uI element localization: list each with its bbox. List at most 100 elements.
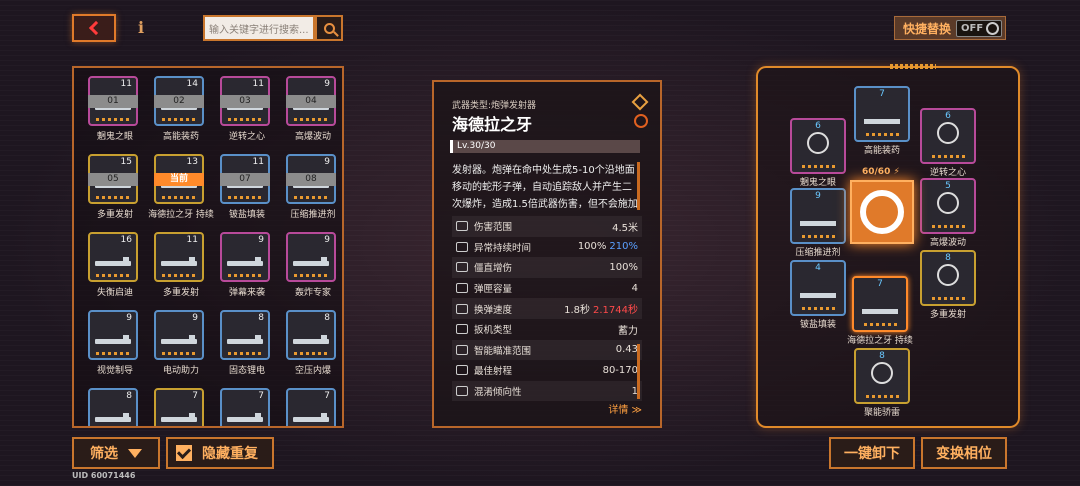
star-rating <box>802 307 836 310</box>
inventory-item[interactable]: 15 05 多重发射 <box>82 154 148 232</box>
star-rating <box>228 352 262 355</box>
weapon-card[interactable]: 9 <box>154 310 204 360</box>
weapon-card[interactable]: 9 <box>220 232 270 282</box>
inventory-item[interactable]: 8 <box>82 388 148 426</box>
stat-label: 扳机类型 <box>474 325 513 337</box>
loadout-slot[interactable]: 6 <box>920 108 976 164</box>
filter-label: 筛选 <box>90 446 118 462</box>
checkbox-checked-icon[interactable] <box>176 445 192 461</box>
equipped-slot-badge: 07 <box>220 173 270 186</box>
inventory-item[interactable]: 11 07 铍盐填装 <box>214 154 280 232</box>
core-ring-icon <box>860 190 904 234</box>
weapon-card[interactable]: 11 01 <box>88 76 138 126</box>
inventory-item[interactable]: 9 电动助力 <box>148 310 214 388</box>
equipped-slot-badge: 当前 <box>154 173 204 186</box>
stat-row: 弹匣容量 4 <box>452 278 642 299</box>
inventory-item[interactable]: 9 弹幕来袭 <box>214 232 280 310</box>
inventory-item[interactable]: 8 固态锂电 <box>214 310 280 388</box>
search-button[interactable] <box>315 15 343 41</box>
filter-button[interactable]: 筛选 <box>72 437 160 469</box>
loadout-slot[interactable]: 5 <box>920 178 976 234</box>
unload-all-button[interactable]: 一键卸下 <box>829 437 915 469</box>
description-scrollbar[interactable] <box>637 162 640 210</box>
inventory-item[interactable]: 9 轰炸专家 <box>280 232 342 310</box>
weapon-card[interactable]: 7 <box>220 388 270 426</box>
stats-scrollbar[interactable] <box>637 344 640 399</box>
inventory-grid: 11 01 魍鬼之眼 14 02 高能装药 11 03 逆转之心 9 04 高爆… <box>82 76 342 426</box>
loadout-slot[interactable]: 7 <box>854 86 910 142</box>
stat-icon <box>456 365 468 376</box>
weapon-card[interactable]: 9 <box>286 232 336 282</box>
weapon-card[interactable]: 16 <box>88 232 138 282</box>
inventory-item[interactable]: 7 <box>214 388 280 426</box>
weapon-card[interactable]: 15 05 <box>88 154 138 204</box>
weapon-card[interactable]: 8 <box>88 388 138 426</box>
item-level: 8 <box>258 313 264 323</box>
weapon-card[interactable]: 9 08 <box>286 154 336 204</box>
weapon-icon <box>227 335 263 344</box>
inventory-item[interactable]: 9 04 高爆波动 <box>280 76 342 154</box>
weapon-description[interactable]: 发射器。炮弹在命中处生成5-10个沿地面移动的蛇形子弹，自动追踪敌人并产生二次爆… <box>452 162 640 214</box>
weapon-icon <box>293 413 329 422</box>
item-level: 9 <box>192 313 198 323</box>
star-rating <box>802 165 836 168</box>
star-rating <box>228 274 262 277</box>
weapon-card[interactable]: 11 03 <box>220 76 270 126</box>
core-weapon-slot[interactable] <box>850 180 914 244</box>
star-rating <box>866 395 900 398</box>
weapon-card[interactable]: 8 <box>286 310 336 360</box>
info-icon[interactable]: i <box>138 18 144 37</box>
quick-replace-toggle[interactable]: OFF <box>956 20 1002 37</box>
loadout-slot[interactable]: 4 <box>790 260 846 316</box>
inventory-item[interactable]: 13 当前 海德拉之牙 持续 <box>148 154 214 232</box>
stat-icon <box>456 344 468 355</box>
equipped-slot-badge: 08 <box>286 173 336 186</box>
quick-replace-label: 快捷替换 <box>903 21 952 36</box>
inventory-item[interactable]: 11 01 魍鬼之眼 <box>82 76 148 154</box>
inventory-item[interactable]: 8 空压内爆 <box>280 310 342 388</box>
weapon-card[interactable]: 9 <box>88 310 138 360</box>
mod-emblem-icon <box>871 362 893 384</box>
weapon-card[interactable]: 11 07 <box>220 154 270 204</box>
item-level: 8 <box>324 313 330 323</box>
loadout-slot[interactable]: 8 <box>854 348 910 404</box>
weapon-card[interactable]: 14 02 <box>154 76 204 126</box>
weapon-card[interactable]: 9 04 <box>286 76 336 126</box>
loadout-slot[interactable]: 7 <box>852 276 908 332</box>
star-rating <box>96 352 130 355</box>
loadout-slot-name: 压缩推进剂 <box>795 248 841 258</box>
weapon-type: 武器类型:炮弹发射器 <box>452 101 537 111</box>
search-input[interactable]: 输入关键字进行搜索... <box>203 15 315 41</box>
weapon-card[interactable]: 13 当前 <box>154 154 204 204</box>
weapon-card[interactable]: 8 <box>220 310 270 360</box>
stat-row: 换弹速度 1.8秒 2.1744秒 <box>452 298 642 319</box>
item-name: 压缩推进剂 <box>290 210 336 220</box>
star-rating <box>864 323 898 326</box>
panel-stripe-decoration <box>890 64 936 69</box>
weapon-card[interactable]: 7 <box>154 388 204 426</box>
loadout-slot-name: 聚能骄雷 <box>863 408 900 418</box>
stat-value: 1.8秒 2.1744秒 <box>564 305 638 317</box>
hide-duplicates-toggle[interactable]: 隐藏重复 <box>166 437 274 469</box>
inventory-item[interactable]: 14 02 高能装药 <box>148 76 214 154</box>
details-link[interactable]: 详情 ≫ <box>608 401 642 416</box>
weapon-card[interactable]: 7 <box>286 388 336 426</box>
loadout-slot[interactable]: 9 <box>790 188 846 244</box>
inventory-item[interactable]: 11 03 逆转之心 <box>214 76 280 154</box>
inventory-item[interactable]: 9 视觉制导 <box>82 310 148 388</box>
weapon-card[interactable]: 11 <box>154 232 204 282</box>
item-name: 视觉制导 <box>96 366 133 376</box>
inventory-item[interactable]: 11 多重发射 <box>148 232 214 310</box>
swap-phase-button[interactable]: 变换相位 <box>921 437 1007 469</box>
star-rating <box>294 196 328 199</box>
loadout-slot[interactable]: 6 <box>790 118 846 174</box>
inventory-item[interactable]: 7 <box>280 388 342 426</box>
inventory-item[interactable]: 16 失衡启迪 <box>82 232 148 310</box>
item-name: 空压内爆 <box>294 366 331 376</box>
loadout-slot[interactable]: 8 <box>920 250 976 306</box>
back-button[interactable] <box>72 14 116 42</box>
loadout-slot-name: 魍鬼之眼 <box>799 178 836 188</box>
inventory-item[interactable]: 9 08 压缩推进剂 <box>280 154 342 232</box>
inventory-item[interactable]: 7 <box>148 388 214 426</box>
stat-icon <box>456 221 468 232</box>
